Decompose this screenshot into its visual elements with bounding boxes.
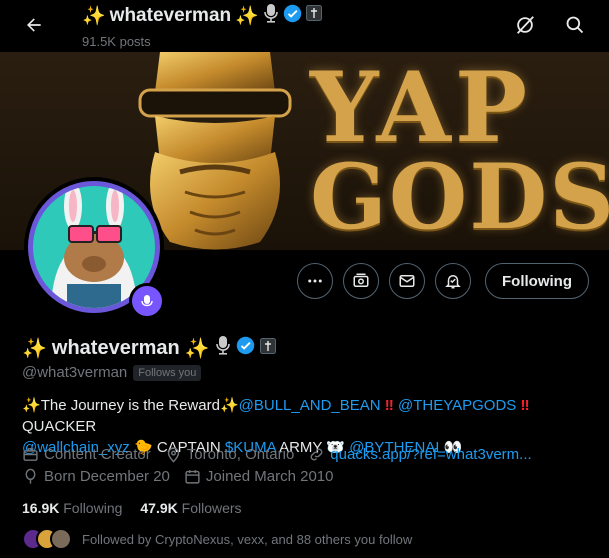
banner-line-2: GODS [310, 144, 609, 250]
affiliate-badge-icon[interactable] [259, 337, 276, 360]
meta-born: Born December 20 [22, 468, 170, 485]
display-name-row: ✨ whateverman ✨ [22, 335, 276, 361]
double-exclamation-icon: ‼ [384, 397, 394, 414]
meta-location: Toronto, Ontario [165, 446, 295, 463]
bio-mention-link[interactable]: @THEYAPGODS [398, 397, 516, 414]
following-button[interactable]: Following [485, 263, 589, 299]
website-link[interactable]: quacks.app/?ref=what3verm... [330, 446, 531, 463]
briefcase-icon [23, 448, 38, 461]
message-button[interactable] [389, 263, 426, 299]
banner-logo-text: YAP GODS [298, 52, 609, 250]
more-dots-icon [308, 279, 322, 283]
search-icon[interactable] [559, 9, 591, 41]
more-options-button[interactable] [297, 263, 334, 299]
microphone-icon [215, 335, 231, 361]
bio-text: QUACKER [22, 418, 97, 435]
sparkles-icon: ✨ [184, 337, 210, 360]
profile-actions: Following [297, 263, 589, 299]
bio-mention-link[interactable]: @BULL_AND_BEAN [239, 397, 381, 414]
category-text: Content Creator [44, 446, 151, 463]
joined-text: Joined March 2010 [205, 468, 334, 485]
spaces-host-icon[interactable] [129, 283, 165, 319]
followers-label: Followers [181, 500, 242, 516]
envelope-icon [399, 275, 415, 287]
subscribe-button[interactable] [343, 263, 380, 299]
top-bar: ✨ whateverman ✨ 91.5K posts [0, 0, 609, 52]
sparkles-icon: ✨ [82, 6, 106, 27]
calendar-icon [185, 470, 200, 484]
back-arrow-icon[interactable] [17, 8, 51, 42]
grok-icon[interactable] [509, 9, 541, 41]
money-icon [353, 273, 369, 287]
microphone-icon [263, 3, 279, 29]
meta-category: Content Creator [22, 446, 151, 463]
sparkles-icon: ✨ [235, 6, 259, 27]
followed-by-text: Followed by CryptoNexus, vexx, and 88 ot… [82, 531, 413, 547]
verified-badge-icon [283, 4, 302, 29]
sparkles-icon: ✨ [219, 397, 239, 414]
followed-by-row[interactable]: Followed by CryptoNexus, vexx, and 88 ot… [22, 528, 412, 550]
handle: @what3verman [22, 364, 128, 381]
meta-joined: Joined March 2010 [184, 468, 334, 485]
header-title-row: ✨ whateverman ✨ [82, 3, 322, 29]
follows-you-badge: Follows you [133, 364, 202, 381]
followers-count: 47.9K [140, 500, 178, 516]
follow-counts: 16.9K Following 47.9K Followers [22, 500, 242, 516]
display-name: whateverman [51, 336, 180, 359]
handle-row: @what3verman Follows you [22, 364, 202, 381]
top-actions [509, 9, 591, 41]
bell-check-icon [445, 275, 461, 289]
profile-meta-row-2: Born December 20 Joined March 2010 [22, 468, 348, 485]
double-exclamation-icon: ‼ [520, 397, 530, 414]
followed-by-avatars [22, 528, 74, 550]
following-count-link[interactable]: 16.9K Following [22, 500, 122, 516]
post-count: 91.5K posts [82, 34, 151, 49]
link-icon [310, 448, 323, 461]
sparkles-icon: ✨ [22, 337, 47, 360]
banner-line-1: YAP [310, 52, 532, 164]
notifications-button[interactable] [435, 263, 472, 299]
following-label: Following [63, 500, 123, 516]
verified-badge-icon[interactable] [236, 336, 255, 361]
meta-website: quacks.app/?ref=what3verm... [308, 446, 532, 463]
location-text: Toronto, Ontario [186, 446, 295, 463]
avatar [50, 528, 72, 550]
sparkles-icon: ✨ [22, 397, 41, 414]
balloon-icon [25, 468, 36, 484]
affiliate-badge-icon [305, 5, 322, 27]
born-text: Born December 20 [44, 468, 170, 485]
following-count: 16.9K [22, 500, 60, 516]
profile-meta-row-1: Content Creator Toronto, Ontario quacks.… [22, 446, 546, 463]
header-title: whateverman [109, 5, 232, 26]
location-pin-icon [167, 447, 179, 463]
bio-intro: The Journey is the Reward [40, 397, 220, 414]
followers-count-link[interactable]: 47.9K Followers [140, 500, 241, 516]
